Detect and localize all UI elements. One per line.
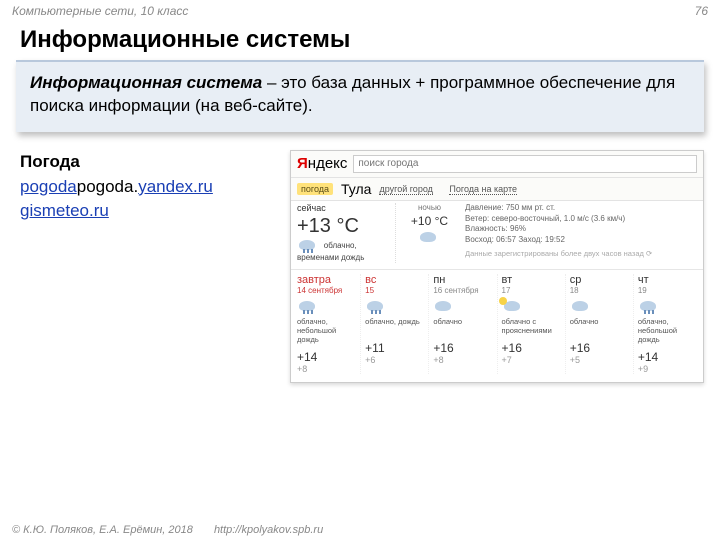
forecast-day: пн [433,274,492,286]
forecast-desc: облачно [433,317,492,335]
forecast-date: 16 сентября [433,286,492,295]
badge-pogoda: погода [297,183,333,195]
meta-pressure: Давление: 750 мм рт. ст. [465,203,697,214]
forecast-desc: облачно, небольшой дождь [638,317,697,344]
forecast-hi: +16 [570,341,629,355]
forecast-desc: облачно, небольшой дождь [297,317,356,344]
meta-note: Данные зарегистрированы более двух часов… [465,249,697,259]
yandex-ya: Я [297,155,308,172]
forecast-icon [638,299,660,313]
link-map[interactable]: Погода на карте [449,184,517,195]
meta-wind: Ветер: северо-восточный, 1.0 м/с (3.6 км… [465,214,697,225]
forecast-col[interactable]: вт17 облачно с прояснениями +16+7 [497,274,565,374]
yandex-logo: Яндекс [297,155,347,172]
footer: © К.Ю. Поляков, Е.А. Ерёмин, 2018 http:/… [0,524,720,536]
link-pogoda-prefix[interactable]: pogoda [20,177,77,196]
definition-term: Информационная система [30,73,262,92]
night-column: ночью +10 °C [395,203,455,263]
content-row: Погода pogodapogoda.yandex.ru gismeteo.r… [0,142,720,383]
meta-humidity: Влажность: 96% [465,224,697,235]
forecast-desc: облачно, дождь [365,317,424,335]
forecast-date: 17 [502,286,561,295]
forecast-icon [502,299,524,313]
course-label: Компьютерные сети, 10 класс [12,4,188,18]
forecast-hi: +16 [502,341,561,355]
forecast-col[interactable]: ср18 облачно +16+5 [565,274,633,374]
meta-column: Давление: 750 мм рт. ст. Ветер: северо-в… [455,203,697,263]
forecast-lo: +8 [297,364,356,374]
footer-url: http://kpolyakov.spb.ru [214,524,323,536]
yandex-rest: ндекс [308,155,348,172]
forecast-lo: +6 [365,355,424,365]
weather-widget: Яндекс погода Тула другой город Погода н… [290,150,704,383]
forecast-icon [570,299,592,313]
now-label: сейчас [297,203,395,213]
definition-box: Информационная система – это база данных… [16,60,704,132]
forecast-icon [433,299,455,313]
sub-links: другой город Погода на карте [379,184,531,194]
links-title: Погода [20,150,280,175]
link-line-2: gismeteo.ru [20,199,280,224]
copyright: © К.Ю. Поляков, Е.А. Ерёмин, 2018 [12,524,193,536]
forecast-day: вс [365,274,424,286]
forecast-icon [297,299,319,313]
link-pogoda-mid: pogoda [77,177,134,196]
forecast-day: вт [502,274,561,286]
meta-sun: Восход: 06:57 Заход: 19:52 [465,235,697,246]
forecast-hi: +16 [433,341,492,355]
forecast-lo: +9 [638,364,697,374]
page-title: Информационные системы [0,22,720,60]
forecast-lo: +5 [570,355,629,365]
now-left: сейчас +13 °C облачно, временами дождь [297,203,395,263]
forecast-desc: облачно [570,317,629,335]
cloud-rain-icon [297,238,319,252]
forecast-hi: +14 [638,350,697,364]
link-line-1: pogodapogoda.yandex.ru [20,175,280,200]
forecast-day: завтра [297,274,356,286]
forecast-date: 14 сентября [297,286,356,295]
forecast-day: чт [638,274,697,286]
forecast-date: 19 [638,286,697,295]
forecast-day: ср [570,274,629,286]
forecast-lo: +8 [433,355,492,365]
forecast-desc: облачно с прояснениями [502,317,561,335]
page-number: 76 [695,4,708,18]
widget-top-bar: Яндекс [291,151,703,178]
forecast-hi: +11 [365,341,424,355]
links-column: Погода pogodapogoda.yandex.ru gismeteo.r… [20,150,280,383]
link-other-city[interactable]: другой город [379,184,432,195]
forecast-lo: +7 [502,355,561,365]
search-input[interactable] [353,155,697,173]
night-temp: +10 °C [404,214,455,228]
now-temp: +13 °C [297,215,395,238]
forecast-hi: +14 [297,350,356,364]
forecast-icon [365,299,387,313]
forecast-row: завтра14 сентября облачно, небольшой дожд… [291,270,703,382]
link-yandex-ru[interactable]: yandex.ru [138,177,213,196]
now-icon-row: облачно, временами дождь [297,238,395,263]
link-gismeteo[interactable]: gismeteo.ru [20,201,109,220]
widget-sub-bar: погода Тула другой город Погода на карте [291,178,703,201]
forecast-col[interactable]: вс15 облачно, дождь +11+6 [360,274,428,374]
forecast-col[interactable]: чт19 облачно, небольшой дождь +14+9 [633,274,701,374]
forecast-col[interactable]: пн16 сентября облачно +16+8 [428,274,496,374]
cloud-icon [418,230,440,244]
now-block: сейчас +13 °C облачно, временами дождь н… [291,201,703,270]
header-strip: Компьютерные сети, 10 класс 76 [0,0,720,22]
forecast-date: 15 [365,286,424,295]
forecast-col[interactable]: завтра14 сентября облачно, небольшой дожд… [293,274,360,374]
city-name: Тула [341,181,371,197]
forecast-date: 18 [570,286,629,295]
definition-dash: – [262,73,281,92]
night-label: ночью [404,203,455,212]
